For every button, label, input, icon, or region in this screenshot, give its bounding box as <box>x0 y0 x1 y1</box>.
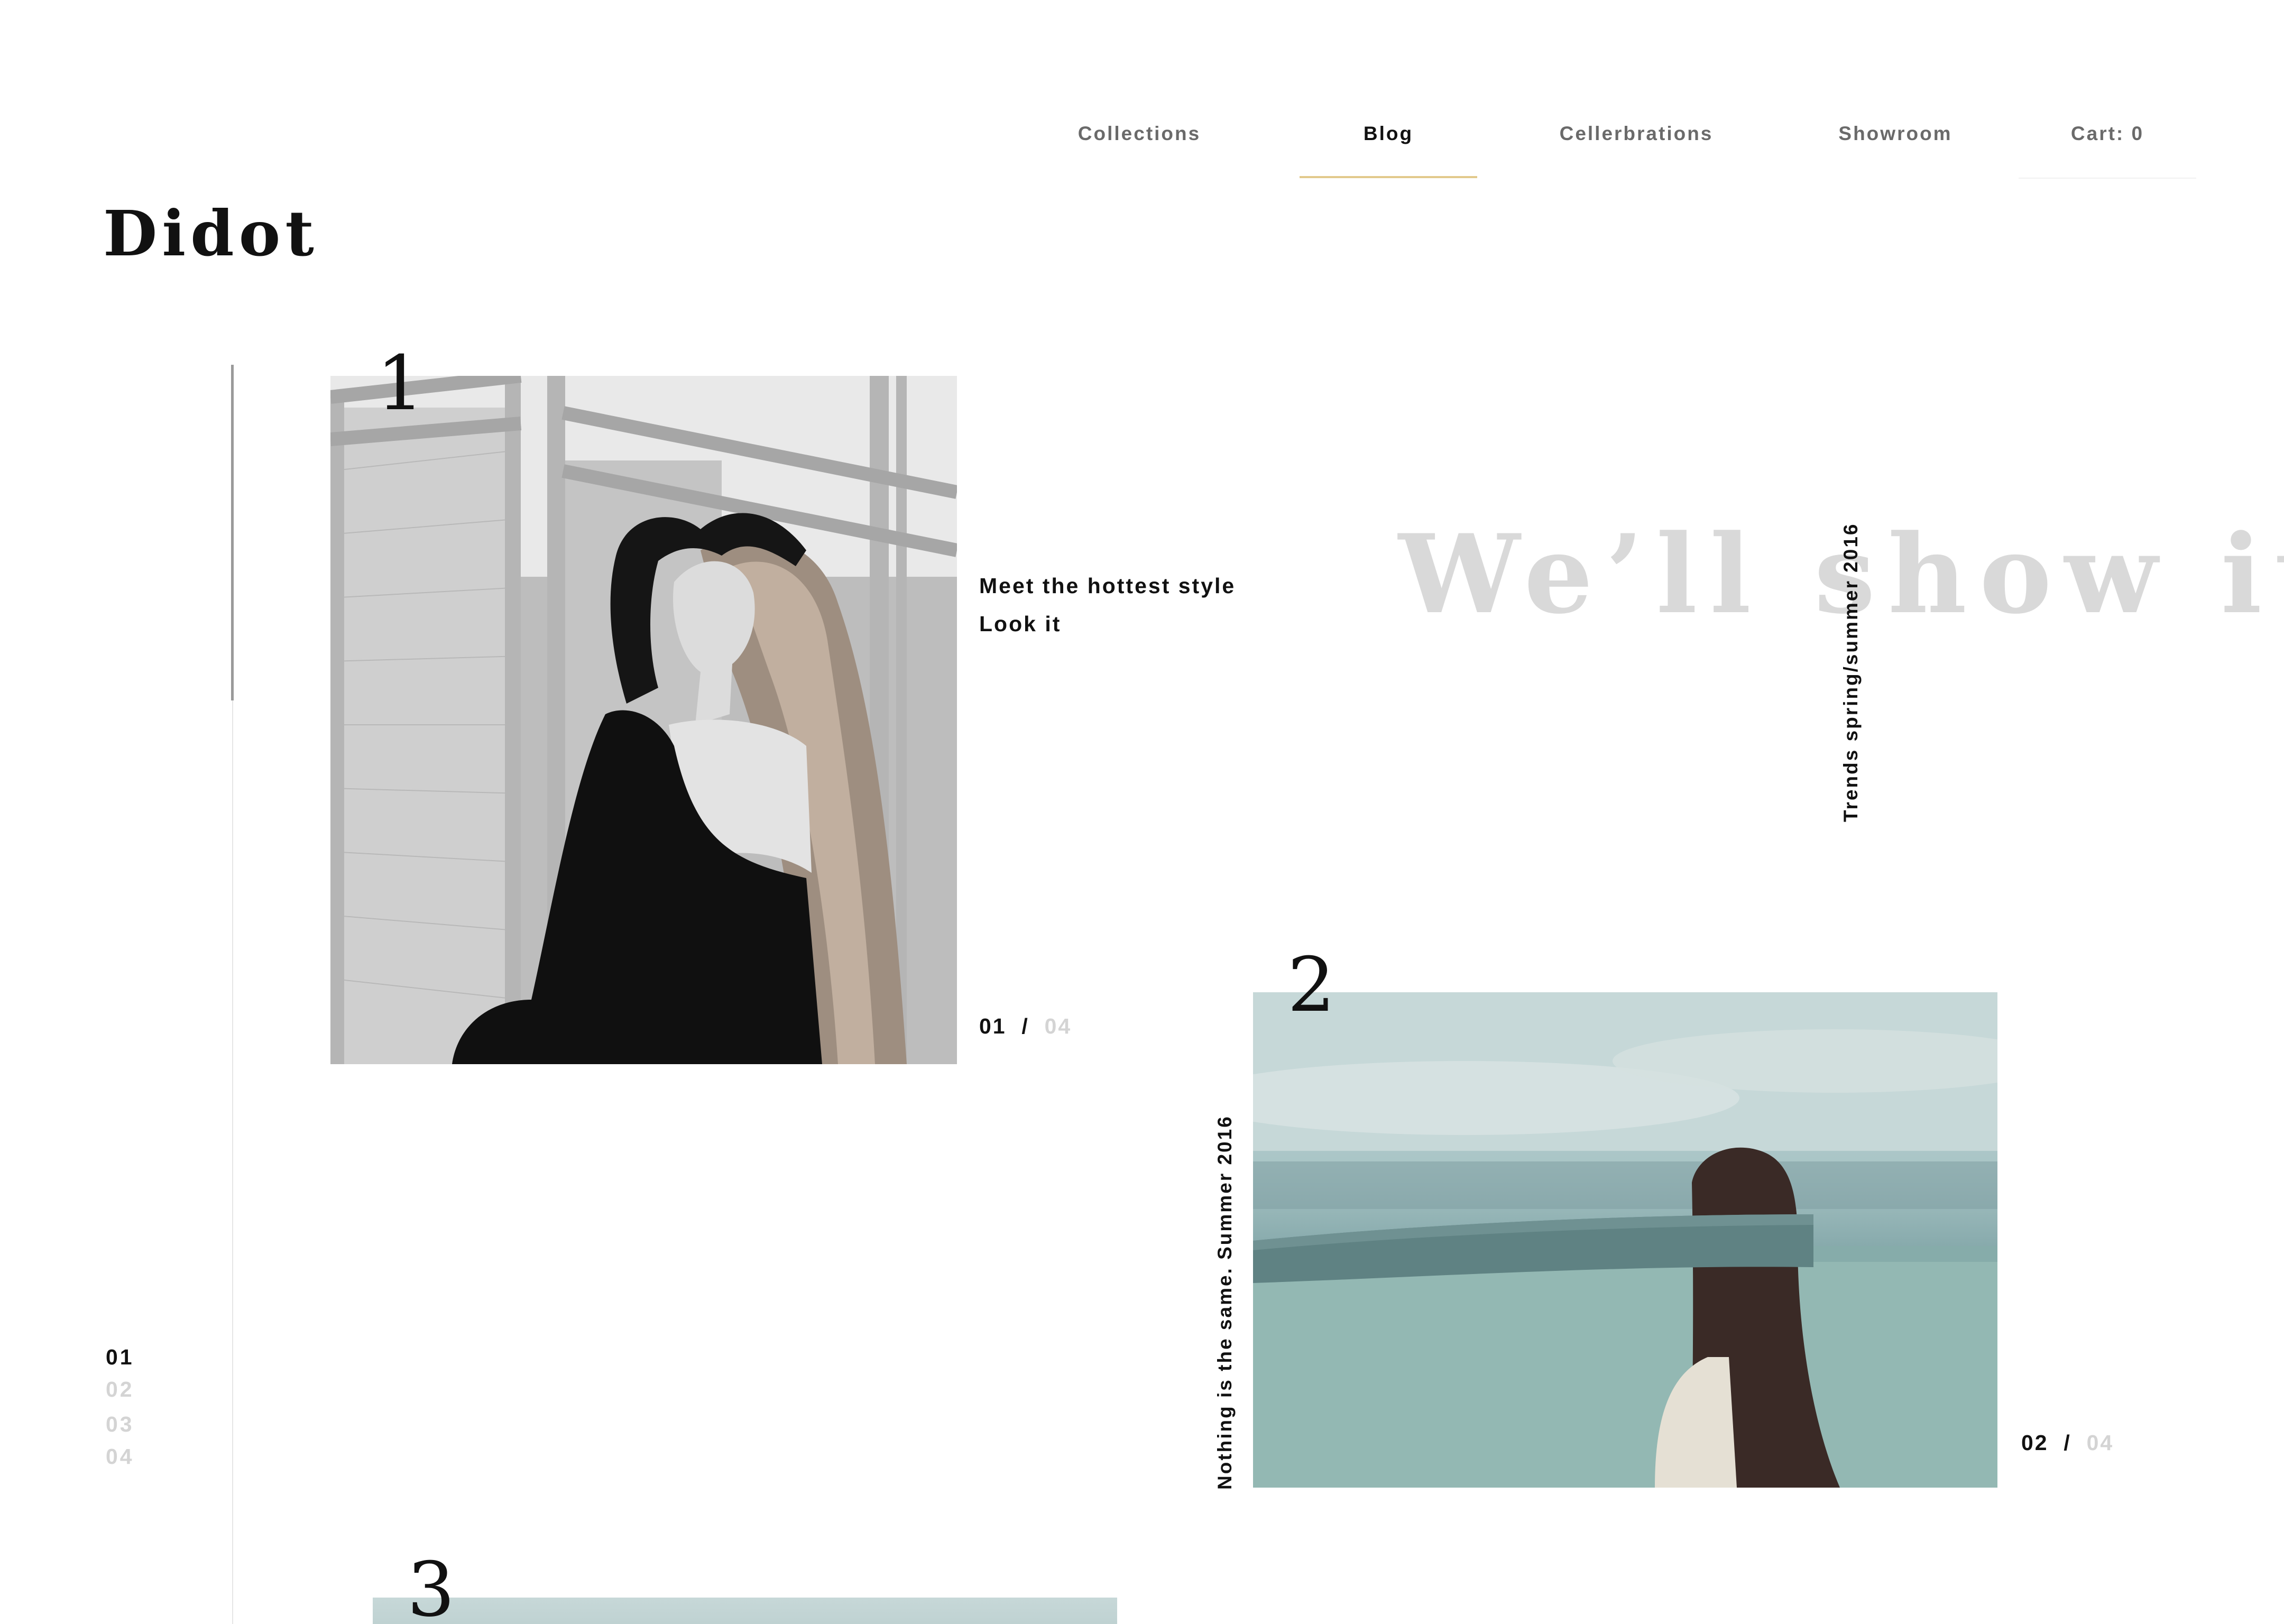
sea-ribbon-illustration <box>1253 992 1997 1488</box>
nav-active-underline <box>1300 176 1477 178</box>
slide-1-counter: 01 / 04 <box>979 1014 1072 1039</box>
hero-vertical-caption: Trends spring/summer 2016 <box>1840 522 1862 822</box>
fence-woman-illustration <box>330 376 957 1064</box>
nav-showroom[interactable]: Showroom <box>1832 123 1959 145</box>
slide-2-counter: 02 / 04 <box>2021 1431 2114 1455</box>
slide-1-tagline-line2[interactable]: Look it <box>979 612 1061 636</box>
slide-1-tagline-line1: Meet the hottest style <box>979 574 1236 598</box>
nav-cart[interactable]: Cart: 0 <box>2019 123 2196 145</box>
pager-item-01[interactable]: 01 <box>106 1345 134 1370</box>
slide-3-number: 3 <box>407 1546 455 1624</box>
slide-1-photo[interactable] <box>330 376 957 1064</box>
slide-2-photo[interactable] <box>1253 992 1997 1488</box>
nav-cart-divider <box>2019 178 2196 179</box>
nav-cellerbrations[interactable]: Cellerbrations <box>1549 123 1724 145</box>
slide-1-counter-total: 04 <box>1044 1014 1072 1038</box>
slide-1-counter-current: 01 <box>979 1014 1007 1038</box>
slide-2-counter-total: 04 <box>2086 1431 2114 1455</box>
slide-2-counter-current: 02 <box>2021 1431 2049 1455</box>
slide-1-number: 1 <box>376 340 425 427</box>
slide-1-counter-separator: / <box>1014 1014 1037 1038</box>
brand-logo[interactable]: Didot <box>103 197 319 270</box>
slide-2-counter-separator: / <box>2056 1431 2079 1455</box>
nav-collections[interactable]: Collections <box>1076 123 1203 145</box>
slide-2-vertical-caption: Nothing is the same. Summer 2016 <box>1214 1115 1236 1490</box>
nav-blog[interactable]: Blog <box>1300 123 1477 145</box>
pager-item-03[interactable]: 03 <box>106 1412 134 1437</box>
pager-item-02[interactable]: 02 <box>106 1377 134 1402</box>
pager-item-04[interactable]: 04 <box>106 1444 134 1469</box>
main-nav: Collections Blog Cellerbrations Showroom… <box>0 0 2284 185</box>
slide-2-number: 2 <box>1287 942 1336 1029</box>
slide-3-photo[interactable] <box>373 1598 1117 1624</box>
scroll-thumb[interactable] <box>231 365 234 700</box>
